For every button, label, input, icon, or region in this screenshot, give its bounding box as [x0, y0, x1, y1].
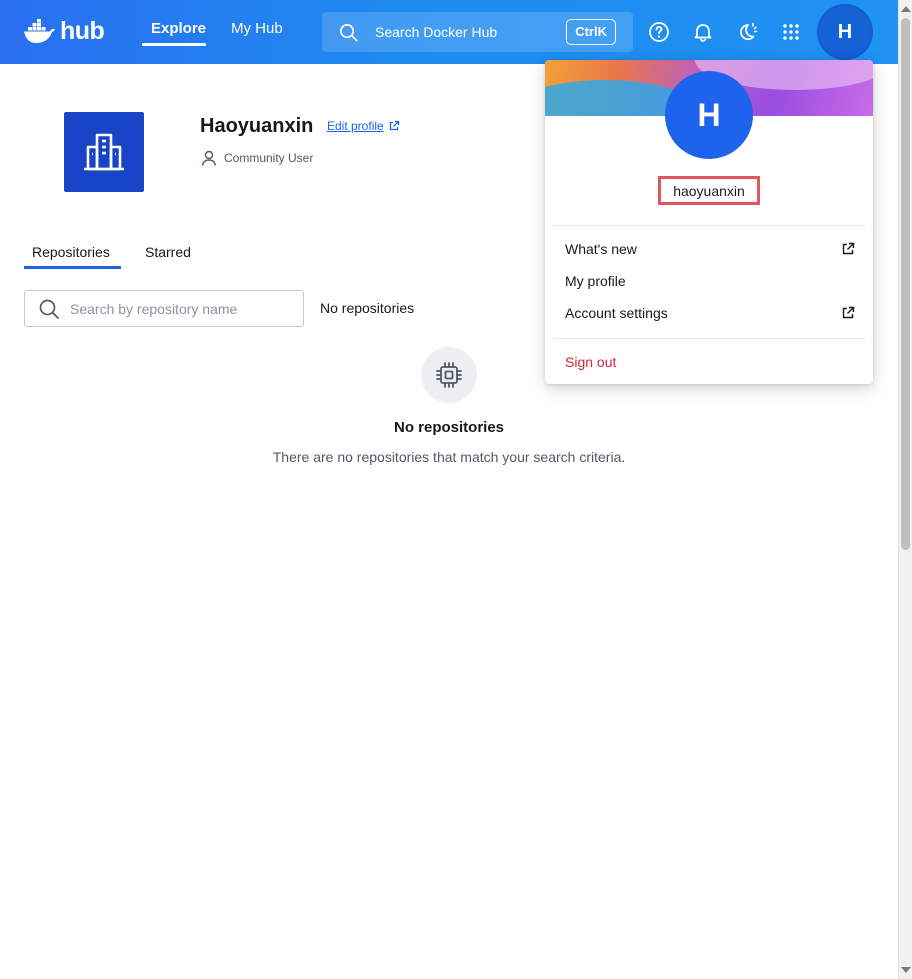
- logo-text: hub: [60, 17, 105, 45]
- repository-count-text: No repositories: [320, 300, 415, 316]
- edit-profile-label: Edit profile: [327, 119, 384, 133]
- menu-divider: [553, 338, 865, 339]
- tab-starred[interactable]: Starred: [145, 243, 191, 261]
- top-nav-bar: hub Explore My Hub Search Docker Hub Ctr…: [0, 0, 898, 64]
- menu-divider: [553, 225, 865, 226]
- user-avatar-button[interactable]: H: [817, 4, 873, 60]
- profile-name: Haoyuanxin: [200, 115, 314, 137]
- docker-whale-icon: [24, 19, 55, 43]
- help-icon[interactable]: [647, 20, 671, 44]
- empty-state-title: No repositories: [393, 419, 505, 436]
- menu-item-sign-out[interactable]: Sign out: [565, 353, 855, 371]
- repository-search-placeholder: Search by repository name: [70, 301, 238, 317]
- tab-repositories[interactable]: Repositories: [32, 243, 110, 261]
- search-placeholder: Search Docker Hub: [375, 24, 498, 40]
- notifications-bell-icon[interactable]: [691, 20, 715, 44]
- edit-profile-link[interactable]: Edit profile: [327, 118, 400, 134]
- empty-state-icon-container: [421, 347, 477, 403]
- apps-grid-icon[interactable]: [779, 20, 803, 44]
- profile-avatar: [64, 112, 144, 192]
- user-role-label: Community User: [224, 151, 314, 165]
- chip-icon: [436, 362, 462, 388]
- account-dropdown-menu: H haoyuanxin What's new My profile Accou…: [545, 60, 873, 384]
- search-icon: [340, 24, 358, 42]
- user-icon: [201, 150, 217, 166]
- scroll-up-arrow-icon[interactable]: [901, 6, 911, 12]
- scroll-down-arrow-icon[interactable]: [901, 967, 911, 973]
- global-search-input[interactable]: Search Docker Hub CtrlK: [322, 12, 633, 52]
- menu-item-account-settings[interactable]: Account settings: [565, 304, 855, 322]
- external-link-icon: [842, 242, 855, 255]
- tab-active-indicator: [24, 266, 121, 269]
- dropdown-username: haoyuanxin: [658, 176, 760, 205]
- page-scrollbar[interactable]: [898, 0, 912, 979]
- nav-tab-my-hub[interactable]: My Hub: [231, 20, 283, 38]
- menu-item-my-profile[interactable]: My profile: [565, 272, 855, 290]
- theme-toggle-icon[interactable]: [735, 20, 759, 44]
- search-shortcut-badge: CtrlK: [566, 19, 616, 45]
- menu-item-whats-new[interactable]: What's new: [565, 240, 855, 258]
- scrollbar-thumb[interactable]: [901, 18, 910, 550]
- menu-item-label: What's new: [565, 241, 637, 257]
- dropdown-avatar: H: [665, 71, 753, 159]
- search-icon: [39, 299, 59, 319]
- empty-state-subtitle: There are no repositories that match you…: [272, 449, 626, 465]
- building-icon: [84, 133, 124, 171]
- menu-item-label: Account settings: [565, 305, 668, 321]
- repository-search-input[interactable]: Search by repository name: [24, 290, 304, 327]
- external-link-icon: [389, 120, 399, 131]
- user-role: Community User: [200, 149, 313, 167]
- nav-active-indicator: [142, 43, 206, 46]
- menu-item-label: Sign out: [565, 354, 617, 370]
- menu-item-label: My profile: [565, 273, 626, 289]
- docker-hub-logo[interactable]: hub: [24, 17, 105, 45]
- external-link-icon: [842, 306, 855, 319]
- nav-tab-explore[interactable]: Explore: [151, 20, 206, 38]
